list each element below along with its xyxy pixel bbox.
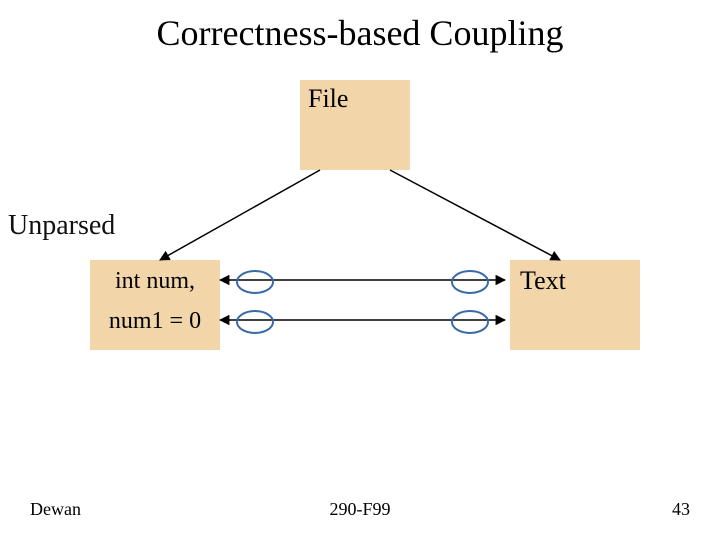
left-box-row1: int num, xyxy=(90,268,220,295)
file-box: File xyxy=(300,80,410,170)
left-box-row2: num1 = 0 xyxy=(90,308,220,335)
ellipse-upper-left xyxy=(237,271,273,293)
slide-title: Correctness-based Coupling xyxy=(0,12,720,54)
footer-page: 43 xyxy=(672,499,690,520)
ellipse-lower-left xyxy=(237,311,273,333)
ellipse-lower-right xyxy=(452,311,488,333)
ellipse-upper-right xyxy=(452,271,488,293)
right-box-label: Text xyxy=(520,266,566,295)
left-box: int num, num1 = 0 xyxy=(90,260,220,350)
arrow-file-to-right xyxy=(390,170,560,260)
file-box-label: File xyxy=(308,84,348,113)
arrow-file-to-left xyxy=(160,170,320,260)
unparsed-label: Unparsed xyxy=(8,210,115,242)
right-box: Text xyxy=(510,260,640,350)
slide: Correctness-based Coupling File Unparsed… xyxy=(0,0,720,540)
footer-course: 290-F99 xyxy=(0,499,720,520)
